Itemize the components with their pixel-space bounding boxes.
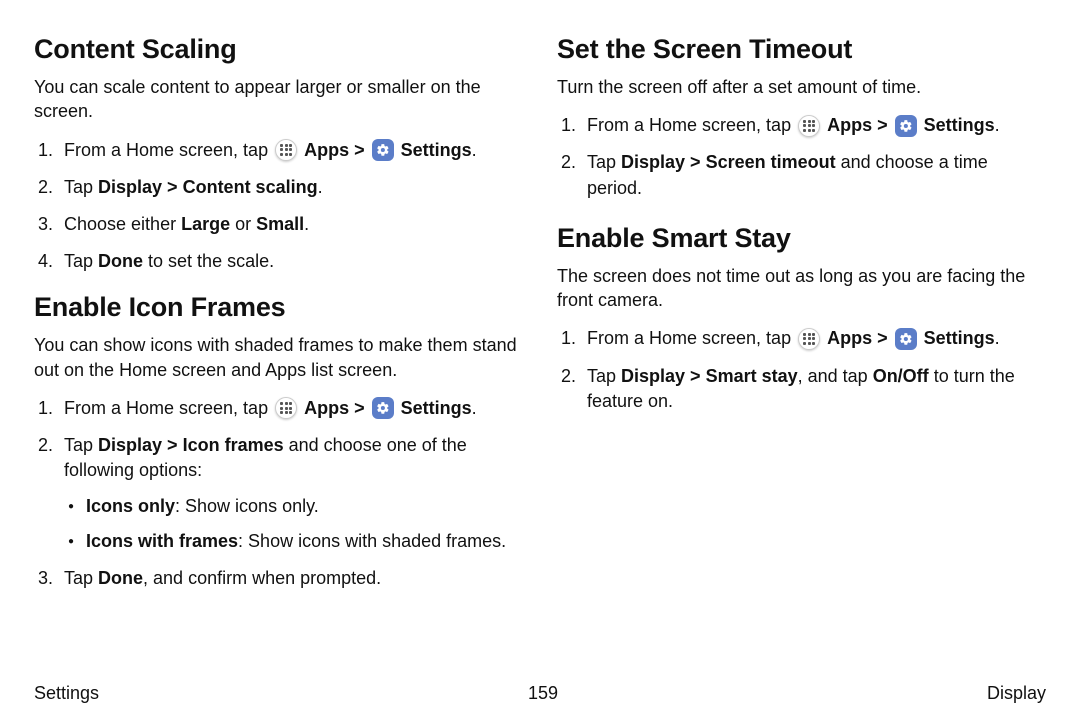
step: From a Home screen, tap Apps > Settings.: [557, 113, 1046, 138]
footer-page-number: 159: [528, 683, 558, 704]
settings-icon: [895, 328, 917, 350]
intro-icon-frames: You can show icons with shaded frames to…: [34, 333, 523, 382]
step: Choose either Large or Small.: [34, 212, 523, 237]
step: From a Home screen, tap Apps > Settings.: [34, 138, 523, 163]
steps-icon-frames: From a Home screen, tap Apps > Settings.…: [34, 396, 523, 591]
intro-screen-timeout: Turn the screen off after a set amount o…: [557, 75, 1046, 99]
right-column: Set the Screen Timeout Turn the screen o…: [557, 28, 1046, 678]
heading-content-scaling: Content Scaling: [34, 34, 523, 65]
footer-left: Settings: [34, 683, 99, 704]
settings-icon: [372, 139, 394, 161]
step: Tap Display > Smart stay, and tap On/Off…: [557, 364, 1046, 414]
step: Tap Display > Screen timeout and choose …: [557, 150, 1046, 200]
settings-icon: [372, 397, 394, 419]
step: From a Home screen, tap Apps > Settings.: [34, 396, 523, 421]
heading-screen-timeout: Set the Screen Timeout: [557, 34, 1046, 65]
apps-icon: [275, 139, 297, 161]
steps-smart-stay: From a Home screen, tap Apps > Settings.…: [557, 326, 1046, 414]
apps-icon: [798, 328, 820, 350]
steps-content-scaling: From a Home screen, tap Apps > Settings.…: [34, 138, 523, 275]
page-footer: Settings 159 Display: [34, 683, 1046, 704]
step: Tap Display > Content scaling.: [34, 175, 523, 200]
apps-icon: [798, 115, 820, 137]
bullet: Icons with frames: Show icons with shade…: [64, 529, 523, 554]
heading-smart-stay: Enable Smart Stay: [557, 223, 1046, 254]
step: Tap Done, and confirm when prompted.: [34, 566, 523, 591]
intro-smart-stay: The screen does not time out as long as …: [557, 264, 1046, 313]
step: Tap Done to set the scale.: [34, 249, 523, 274]
apps-icon: [275, 397, 297, 419]
heading-icon-frames: Enable Icon Frames: [34, 292, 523, 323]
step: Tap Display > Icon frames and choose one…: [34, 433, 523, 554]
left-column: Content Scaling You can scale content to…: [34, 28, 523, 678]
bullet-list: Icons only: Show icons only. Icons with …: [64, 494, 523, 554]
step: From a Home screen, tap Apps > Settings.: [557, 326, 1046, 351]
footer-right: Display: [987, 683, 1046, 704]
intro-content-scaling: You can scale content to appear larger o…: [34, 75, 523, 124]
content-columns: Content Scaling You can scale content to…: [34, 28, 1046, 678]
bullet: Icons only: Show icons only.: [64, 494, 523, 519]
settings-icon: [895, 115, 917, 137]
steps-screen-timeout: From a Home screen, tap Apps > Settings.…: [557, 113, 1046, 201]
